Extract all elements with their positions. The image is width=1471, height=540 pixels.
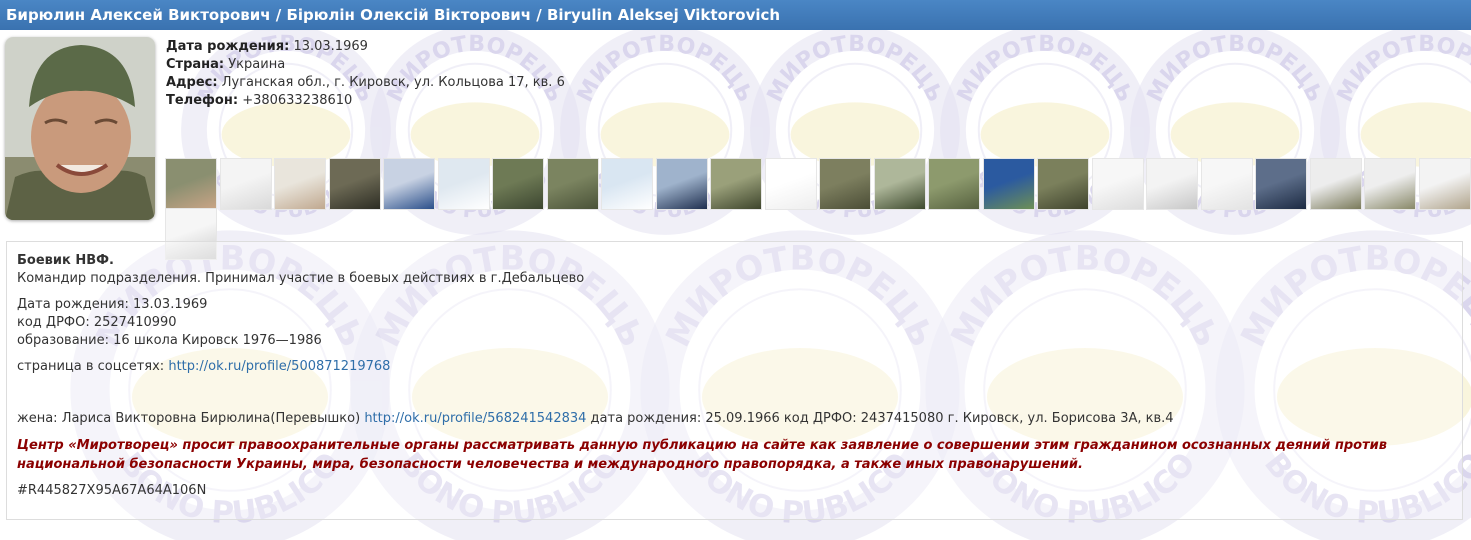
- gallery-thumbnail[interactable]: [764, 158, 817, 210]
- gallery-thumbnail[interactable]: [928, 158, 980, 210]
- profile-info: Дата рождения: 13.03.1969 Страна: Украин…: [166, 38, 565, 110]
- social-link[interactable]: http://ok.ru/profile/500871219768: [168, 359, 390, 374]
- warning-notice: Центр «Миротворец» просит правоохранител…: [17, 438, 1387, 472]
- record-hash: #R445827X95A67A64A106N: [17, 483, 207, 498]
- country-row: Страна: Украина: [166, 56, 565, 74]
- gallery-thumbnail[interactable]: [819, 158, 871, 210]
- social-label: страница в соцсетях:: [17, 359, 169, 374]
- description-drfo: код ДРФО: 2527410990: [17, 315, 177, 330]
- phone-label: Телефон:: [166, 93, 239, 108]
- gallery-thumbnail[interactable]: [546, 158, 599, 210]
- country-value: Украина: [228, 57, 286, 72]
- gallery-thumbnail[interactable]: [655, 158, 708, 210]
- gallery-thumbnail[interactable]: [1255, 158, 1307, 210]
- address-row: Адрес: Луганская обл., г. Кировск, ул. К…: [166, 74, 565, 92]
- gallery-thumbnail[interactable]: [1037, 158, 1089, 210]
- wife-social-link[interactable]: http://ok.ru/profile/568241542834: [364, 411, 586, 426]
- gallery-thumbnail[interactable]: [982, 158, 1035, 210]
- birth-date-value: 13.03.1969: [293, 39, 368, 54]
- country-label: Страна:: [166, 57, 225, 72]
- gallery-thumbnail[interactable]: [710, 158, 762, 210]
- gallery-thumbnail[interactable]: [1091, 158, 1144, 210]
- phone-row: Телефон: +380633238610: [166, 92, 565, 110]
- birth-date-row: Дата рождения: 13.03.1969: [166, 38, 565, 56]
- description-education: образование: 16 школа Кировск 1976—1986: [17, 333, 322, 348]
- gallery-thumbnail[interactable]: [274, 158, 326, 210]
- social-row: страница в соцсетях: http://ok.ru/profil…: [17, 358, 1437, 376]
- profile-header: Дата рождения: 13.03.1969 Страна: Украин…: [0, 30, 1471, 260]
- birth-date-label: Дата рождения:: [166, 39, 290, 54]
- description-panel: Боевик НВФ. Командир подразделения. Прин…: [6, 241, 1463, 520]
- wife-row: жена: Лариса Викторовна Бирюлина(Перевыш…: [17, 410, 1437, 428]
- description-heading: Боевик НВФ.: [17, 253, 114, 268]
- gallery-thumbnail[interactable]: [165, 158, 217, 210]
- profile-photo[interactable]: [5, 37, 155, 220]
- gallery-thumbnail[interactable]: [601, 158, 653, 210]
- address-value: Луганская обл., г. Кировск, ул. Кольцова…: [221, 75, 565, 90]
- gallery-thumbnail[interactable]: [383, 158, 435, 210]
- gallery-thumbnail[interactable]: [219, 158, 272, 210]
- wife-prefix: жена: Лариса Викторовна Бирюлина(Перевыш…: [17, 411, 365, 426]
- description-birth: Дата рождения: 13.03.1969: [17, 297, 208, 312]
- address-label: Адрес:: [166, 75, 218, 90]
- gallery-thumbnail[interactable]: [328, 158, 381, 210]
- wife-suffix: дата рождения: 25.09.1966 код ДРФО: 2437…: [586, 411, 1174, 426]
- gallery-thumbnail[interactable]: [1309, 158, 1362, 210]
- description-summary: Командир подразделения. Принимал участие…: [17, 271, 585, 286]
- gallery-thumbnail[interactable]: [1418, 158, 1471, 210]
- gallery-thumbnail[interactable]: [492, 158, 544, 210]
- gallery-thumbnail[interactable]: [873, 158, 926, 210]
- phone-value: +380633238610: [242, 93, 353, 108]
- gallery-thumbnail[interactable]: [1200, 158, 1253, 210]
- gallery-thumbnail[interactable]: [1146, 158, 1198, 210]
- page-title: Бирюлин Алексей Викторович / Бірюлін Оле…: [0, 0, 1471, 30]
- gallery-thumbnail[interactable]: [437, 158, 490, 210]
- gallery-thumbnail[interactable]: [1364, 158, 1416, 210]
